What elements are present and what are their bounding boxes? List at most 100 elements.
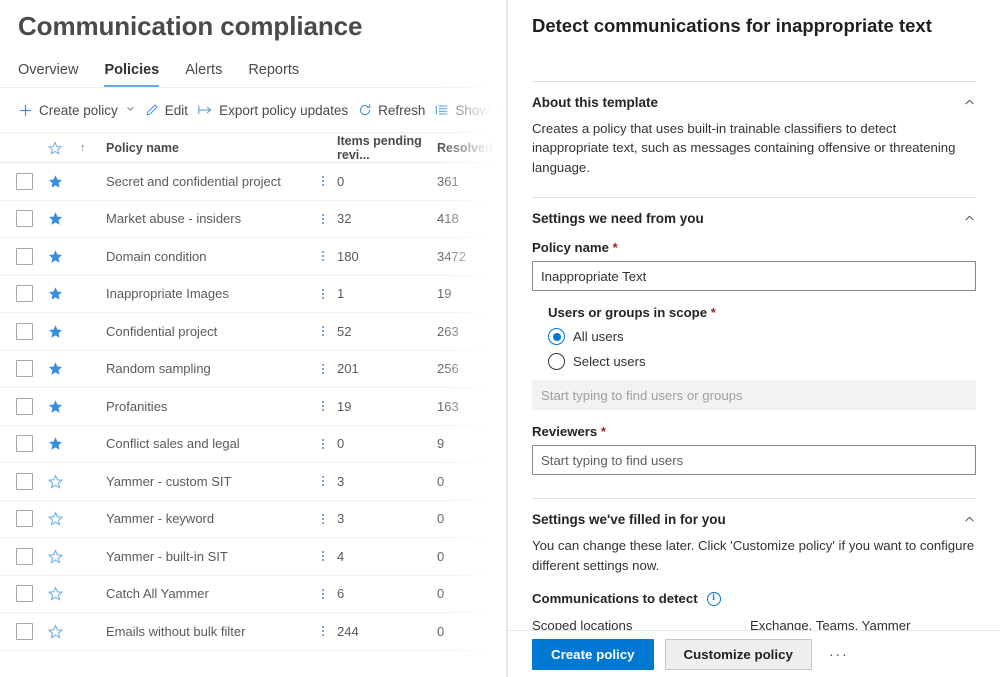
policy-name-cell[interactable]: Secret and confidential project	[96, 174, 309, 189]
row-checkbox[interactable]	[15, 472, 33, 490]
row-actions-cell[interactable]	[309, 626, 337, 637]
info-icon[interactable]: i	[706, 591, 721, 606]
row-actions-cell[interactable]	[309, 588, 337, 599]
row-checkbox[interactable]	[15, 397, 33, 415]
more-actions-icon[interactable]	[322, 251, 324, 262]
create-policy-button[interactable]: Create policy	[532, 638, 654, 670]
more-actions-icon[interactable]	[322, 363, 324, 374]
chevron-up-icon-settings-filled[interactable]	[962, 513, 976, 527]
more-actions-icon[interactable]	[322, 326, 324, 337]
row-actions-cell[interactable]	[309, 438, 337, 449]
table-row[interactable]: Conflict sales and legal 0 9	[0, 426, 507, 463]
table-row[interactable]: Market abuse - insiders 32 418	[0, 201, 507, 238]
row-favorite-toggle[interactable]	[48, 249, 80, 264]
more-actions-icon[interactable]	[322, 513, 324, 524]
more-actions-icon[interactable]	[322, 551, 324, 562]
tab-reports[interactable]: Reports	[248, 62, 299, 87]
more-actions-icon[interactable]	[322, 438, 324, 449]
row-favorite-toggle[interactable]	[48, 511, 80, 526]
table-row[interactable]: Inappropriate Images 1 19	[0, 276, 507, 313]
tab-alerts[interactable]: Alerts	[185, 62, 222, 87]
more-actions-icon[interactable]	[322, 288, 324, 299]
row-actions-cell[interactable]	[309, 213, 337, 224]
row-checkbox[interactable]	[15, 322, 33, 340]
settings-needed-section-header[interactable]: Settings we need from you	[532, 198, 976, 226]
row-favorite-toggle[interactable]	[48, 473, 80, 489]
row-favorite-toggle[interactable]	[48, 174, 80, 189]
row-actions-cell[interactable]	[309, 251, 337, 262]
row-checkbox[interactable]	[15, 172, 33, 190]
row-actions-cell[interactable]	[309, 288, 337, 299]
policy-name-cell[interactable]: Domain condition	[96, 249, 309, 264]
row-actions-cell[interactable]	[309, 551, 337, 562]
policy-name-cell[interactable]: Confidential project	[96, 324, 309, 339]
more-actions-icon[interactable]	[322, 176, 324, 187]
policy-name-cell[interactable]: Market abuse - insiders	[96, 211, 309, 226]
policy-name-cell[interactable]: Conflict sales and legal	[96, 436, 309, 451]
more-actions-icon[interactable]	[322, 213, 324, 224]
row-favorite-toggle[interactable]	[48, 211, 80, 226]
row-actions-cell[interactable]	[309, 513, 337, 524]
more-actions-icon[interactable]	[322, 401, 324, 412]
row-favorite-toggle[interactable]	[48, 399, 80, 414]
sort-ascending-icon[interactable]: ↑	[80, 142, 96, 154]
reviewers-input[interactable]	[532, 445, 976, 476]
table-row[interactable]: Yammer - built-in SIT 4 0	[0, 538, 507, 576]
radio-select-users-indicator[interactable]	[548, 353, 565, 371]
row-favorite-toggle[interactable]	[48, 286, 80, 301]
row-checkbox[interactable]	[15, 360, 33, 378]
policy-name-cell[interactable]: Profanities	[96, 399, 309, 414]
row-actions-cell[interactable]	[309, 363, 337, 374]
tab-policies[interactable]: Policies	[104, 62, 159, 87]
row-actions-cell[interactable]	[309, 401, 337, 412]
row-favorite-toggle[interactable]	[48, 623, 80, 639]
column-header-favorite[interactable]	[48, 140, 80, 155]
about-template-section-header[interactable]: About this template	[532, 82, 976, 110]
table-row[interactable]: Yammer - keyword 3 0	[0, 501, 507, 538]
row-favorite-toggle[interactable]	[48, 436, 80, 451]
settings-filled-section-header[interactable]: Settings we've filled in for you	[532, 499, 976, 527]
table-row[interactable]: Secret and confidential project 0 361	[0, 163, 507, 201]
row-actions-cell[interactable]	[309, 176, 337, 187]
chevron-down-icon[interactable]	[126, 104, 135, 116]
customize-policy-button[interactable]: Customize policy	[664, 638, 812, 670]
row-checkbox[interactable]	[15, 285, 33, 303]
command-create-policy[interactable]: Create policy	[16, 100, 143, 121]
chevron-up-icon-about[interactable]	[962, 96, 976, 110]
table-row[interactable]: Confidential project 52 263	[0, 313, 507, 351]
column-header-policy-name[interactable]: Policy name	[96, 141, 309, 155]
tab-overview[interactable]: Overview	[18, 62, 78, 87]
table-row[interactable]: Yammer - custom SIT 3 0	[0, 463, 507, 501]
policy-name-cell[interactable]: Yammer - custom SIT	[96, 474, 309, 489]
row-checkbox[interactable]	[15, 247, 33, 265]
policy-name-cell[interactable]: Inappropriate Images	[96, 286, 309, 301]
chevron-down-icon[interactable]	[497, 104, 506, 116]
command-export-policy-updates[interactable]: Export policy updates	[196, 100, 356, 121]
row-favorite-toggle[interactable]	[48, 586, 80, 601]
command-show[interactable]: Show	[433, 100, 507, 121]
more-actions-icon[interactable]	[322, 626, 324, 637]
row-actions-cell[interactable]	[309, 476, 337, 487]
table-row[interactable]: Emails without bulk filter 244 0	[0, 613, 507, 651]
table-row[interactable]: Random sampling 201 256	[0, 351, 507, 388]
row-checkbox[interactable]	[15, 510, 33, 528]
row-checkbox[interactable]	[15, 622, 33, 640]
row-favorite-toggle[interactable]	[48, 324, 80, 339]
row-actions-cell[interactable]	[309, 326, 337, 337]
policy-name-cell[interactable]: Yammer - built-in SIT	[96, 549, 309, 564]
table-row[interactable]: Profanities 19 163	[0, 388, 507, 426]
policy-name-input[interactable]	[532, 261, 976, 292]
row-favorite-toggle[interactable]	[48, 548, 80, 564]
table-row[interactable]: Catch All Yammer 6 0	[0, 576, 507, 613]
more-options-button[interactable]: ···	[823, 647, 855, 662]
policy-name-cell[interactable]: Random sampling	[96, 361, 309, 376]
more-actions-icon[interactable]	[322, 476, 324, 487]
policy-name-cell[interactable]: Emails without bulk filter	[96, 624, 309, 639]
policy-name-cell[interactable]: Yammer - keyword	[96, 511, 309, 526]
column-header-resolved[interactable]: Resolved	[437, 141, 507, 155]
policy-name-cell[interactable]: Catch All Yammer	[96, 586, 309, 601]
command-edit[interactable]: Edit	[143, 100, 196, 121]
row-checkbox[interactable]	[15, 210, 33, 228]
radio-all-users[interactable]: All users	[548, 328, 976, 346]
row-favorite-toggle[interactable]	[48, 361, 80, 376]
